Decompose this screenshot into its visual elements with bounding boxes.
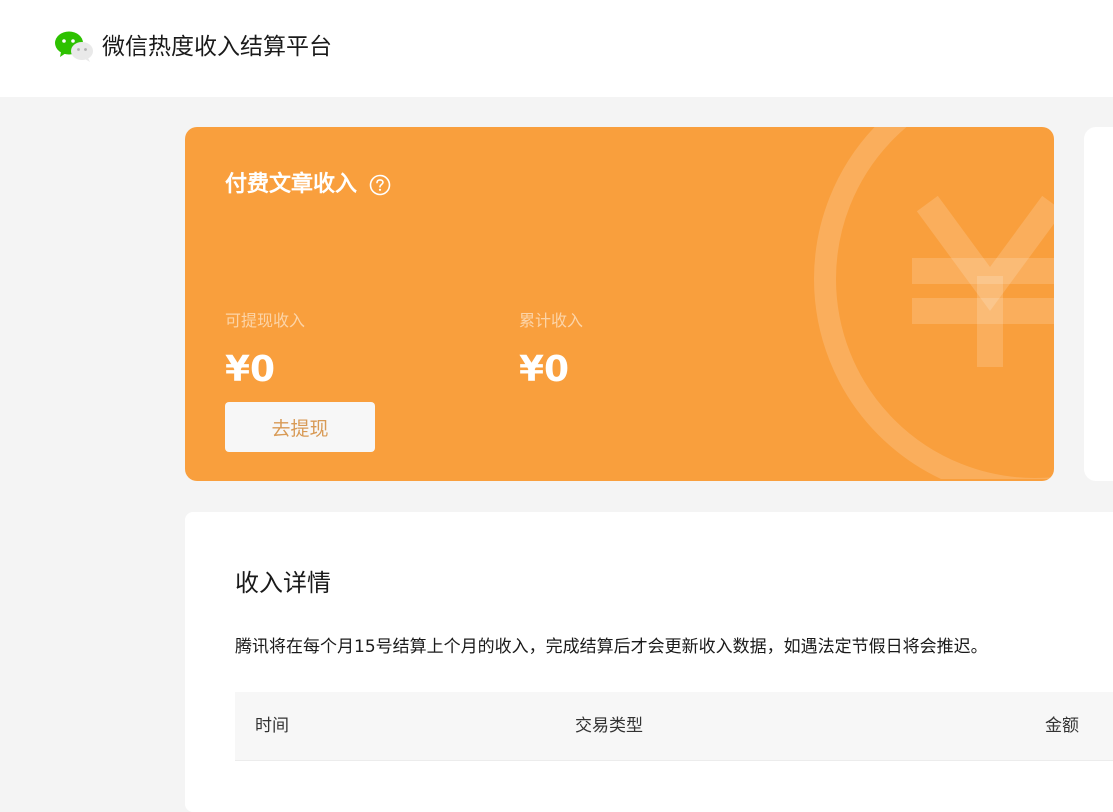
settlement-note: 腾讯将在每个月15号结算上个月的收入，完成结算后才会更新收入数据，如遇法定节假日… (235, 637, 988, 657)
total-income-label: 累计收入 (519, 311, 584, 330)
yen-coin-icon (814, 127, 1054, 479)
total-income-value: ¥0 (519, 349, 570, 390)
side-card (1084, 127, 1113, 481)
column-amount: 金额 (1045, 716, 1079, 736)
income-details-panel: 收入详情 腾讯将在每个月15号结算上个月的收入，完成结算后才会更新收入数据，如遇… (185, 512, 1113, 812)
app-title: 微信热度收入结算平台 (102, 34, 332, 60)
card-title-row: 付费文章收入 (225, 169, 391, 201)
wechat-logo-icon (55, 31, 93, 62)
available-income-value: ¥0 (225, 349, 276, 390)
withdraw-button[interactable]: 去提现 (225, 402, 375, 452)
question-circle-icon[interactable] (369, 174, 391, 196)
top-bar: 微信热度收入结算平台 (0, 0, 1113, 97)
card-title: 付费文章收入 (225, 172, 358, 197)
paid-article-income-card: 付费文章收入 可提现收入 ¥0 累计收入 ¥0 去提现 (185, 127, 1054, 481)
column-transaction-type: 交易类型 (575, 716, 643, 736)
table-header: 时间 交易类型 金额 (235, 692, 1113, 761)
available-income-label: 可提现收入 (225, 311, 306, 330)
details-title: 收入详情 (235, 569, 331, 597)
column-time: 时间 (255, 716, 289, 736)
